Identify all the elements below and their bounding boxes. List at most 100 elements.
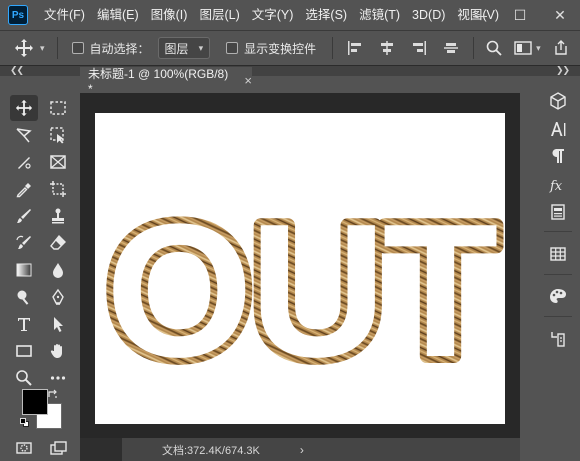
dock-separator xyxy=(544,231,572,232)
close-tab-icon[interactable]: × xyxy=(244,73,252,88)
canvas[interactable]: OUT xyxy=(95,113,508,424)
history-brush-icon xyxy=(16,235,31,249)
eraser-icon xyxy=(50,234,66,250)
zoom-tool[interactable] xyxy=(10,365,38,391)
auto-select-checkbox[interactable]: 自动选择： xyxy=(71,40,150,57)
paragraph-panel-button[interactable] xyxy=(544,143,572,169)
move-tool[interactable] xyxy=(10,95,38,121)
blur-drop-icon xyxy=(53,263,63,278)
current-tool-preset[interactable]: ▾ xyxy=(14,38,45,58)
menu-file[interactable]: 文件(F) xyxy=(38,0,91,30)
chevron-down-icon: ▾ xyxy=(40,42,45,53)
history-brush-tool[interactable] xyxy=(10,230,38,256)
shape-tool[interactable] xyxy=(10,338,38,364)
path-select-tool[interactable] xyxy=(44,311,72,337)
menu-type[interactable]: 文字(Y) xyxy=(246,0,300,30)
svg-text:fx: fx xyxy=(549,179,563,194)
swap-colors-icon[interactable] xyxy=(47,388,59,403)
search-icon[interactable] xyxy=(486,40,502,56)
quick-mask-button[interactable] xyxy=(10,435,38,461)
panel-dock: fx xyxy=(538,78,578,461)
eyedropper-tool[interactable] xyxy=(10,176,38,202)
properties-panel-button[interactable] xyxy=(544,199,572,225)
gradient-tool[interactable] xyxy=(10,257,38,283)
auto-select-label: 自动选择： xyxy=(89,41,150,56)
3d-panel-button[interactable] xyxy=(544,88,572,114)
workspace-icon[interactable] xyxy=(514,40,532,56)
brush-tool[interactable] xyxy=(10,203,38,229)
menu-filter[interactable]: 滤镜(T) xyxy=(353,0,406,30)
collapse-toolbar-icon[interactable]: ❮❮ xyxy=(10,65,24,76)
status-menu-arrow[interactable]: › xyxy=(300,443,304,457)
status-bar: 文档:372.4K/674.3K › xyxy=(80,438,520,461)
separator xyxy=(56,37,58,59)
healing-tool[interactable] xyxy=(10,149,38,175)
stamp-tool[interactable] xyxy=(44,203,72,229)
fx-icon: fx xyxy=(549,179,563,194)
object-select-icon xyxy=(50,127,64,144)
character-a-icon xyxy=(551,122,566,136)
screen-mode-icon xyxy=(50,441,67,455)
align-left-icon[interactable] xyxy=(347,40,363,56)
chevron-down-icon: ▾ xyxy=(536,42,541,53)
options-bar: ▾ 自动选择： 图层 ▾ 显示变换控件 ▾ xyxy=(0,30,580,66)
photoshop-logo: Ps xyxy=(8,5,28,25)
menu-3d[interactable]: 3D(D) xyxy=(406,0,451,30)
hand-tool[interactable] xyxy=(44,338,72,364)
gradient-icon xyxy=(16,263,32,277)
history-panel-button[interactable] xyxy=(544,326,572,352)
path-select-arrow-icon xyxy=(54,317,63,332)
auto-select-target-select[interactable]: 图层 ▾ xyxy=(157,37,211,59)
cube-icon xyxy=(550,92,566,110)
object-select-tool[interactable] xyxy=(44,122,72,148)
marquee-tool[interactable] xyxy=(44,95,72,121)
menu-edit[interactable]: 编辑(E) xyxy=(91,0,145,30)
canvas-text-out[interactable]: OUT xyxy=(98,178,508,404)
dock-separator xyxy=(544,274,572,275)
lasso-icon xyxy=(16,128,32,143)
distribute-icon[interactable] xyxy=(443,40,459,56)
glyphs-panel-button[interactable]: fx xyxy=(544,172,572,198)
align-right-icon[interactable] xyxy=(411,40,427,56)
move-icon xyxy=(15,99,33,117)
frame-tool[interactable] xyxy=(44,149,72,175)
canvas-artwork: OUT xyxy=(98,178,508,404)
align-center-icon[interactable] xyxy=(379,40,395,56)
default-colors-icon[interactable] xyxy=(20,418,30,428)
close-button[interactable]: ✕ xyxy=(540,0,580,30)
type-t-icon xyxy=(18,318,30,331)
document-size-status: 文档:372.4K/674.3K xyxy=(162,444,260,457)
character-panel-button[interactable] xyxy=(544,116,572,142)
eraser-tool[interactable] xyxy=(44,230,72,256)
move-icon xyxy=(15,39,33,57)
swatches-panel-button[interactable] xyxy=(544,241,572,267)
dock-separator xyxy=(544,316,572,317)
screen-mode-button[interactable] xyxy=(44,435,72,461)
foreground-color-swatch[interactable] xyxy=(22,389,48,415)
menu-layer[interactable]: 图层(L) xyxy=(193,0,245,30)
menu-select[interactable]: 选择(S) xyxy=(299,0,353,30)
type-tool[interactable] xyxy=(10,311,38,337)
frame-icon xyxy=(50,155,66,169)
menu-image[interactable]: 图像(I) xyxy=(145,0,194,30)
separator xyxy=(332,37,334,59)
checkbox-box xyxy=(71,42,84,54)
document-tab[interactable]: 未标题-1 @ 100%(RGB/8) * × xyxy=(80,67,252,96)
crop-tool[interactable] xyxy=(44,176,72,202)
adjustments-panel-button[interactable] xyxy=(544,283,572,309)
spot-healing-icon xyxy=(18,157,31,169)
maximize-button[interactable]: ☐ xyxy=(500,0,540,30)
expand-panels-icon[interactable]: ❯❯ xyxy=(556,65,570,76)
blur-tool[interactable] xyxy=(44,257,72,283)
minimize-button[interactable]: — xyxy=(460,0,500,30)
history-icon xyxy=(551,332,565,347)
checkbox-box xyxy=(226,42,239,54)
share-icon[interactable] xyxy=(553,40,569,56)
show-transform-controls-checkbox[interactable]: 显示变换控件 xyxy=(226,40,316,57)
zoom-level-field[interactable] xyxy=(80,438,122,461)
quick-mask-icon xyxy=(16,442,32,454)
dodge-tool[interactable] xyxy=(10,284,38,310)
lasso-tool[interactable] xyxy=(10,122,38,148)
pen-tool[interactable] xyxy=(44,284,72,310)
align-buttons xyxy=(347,40,459,56)
